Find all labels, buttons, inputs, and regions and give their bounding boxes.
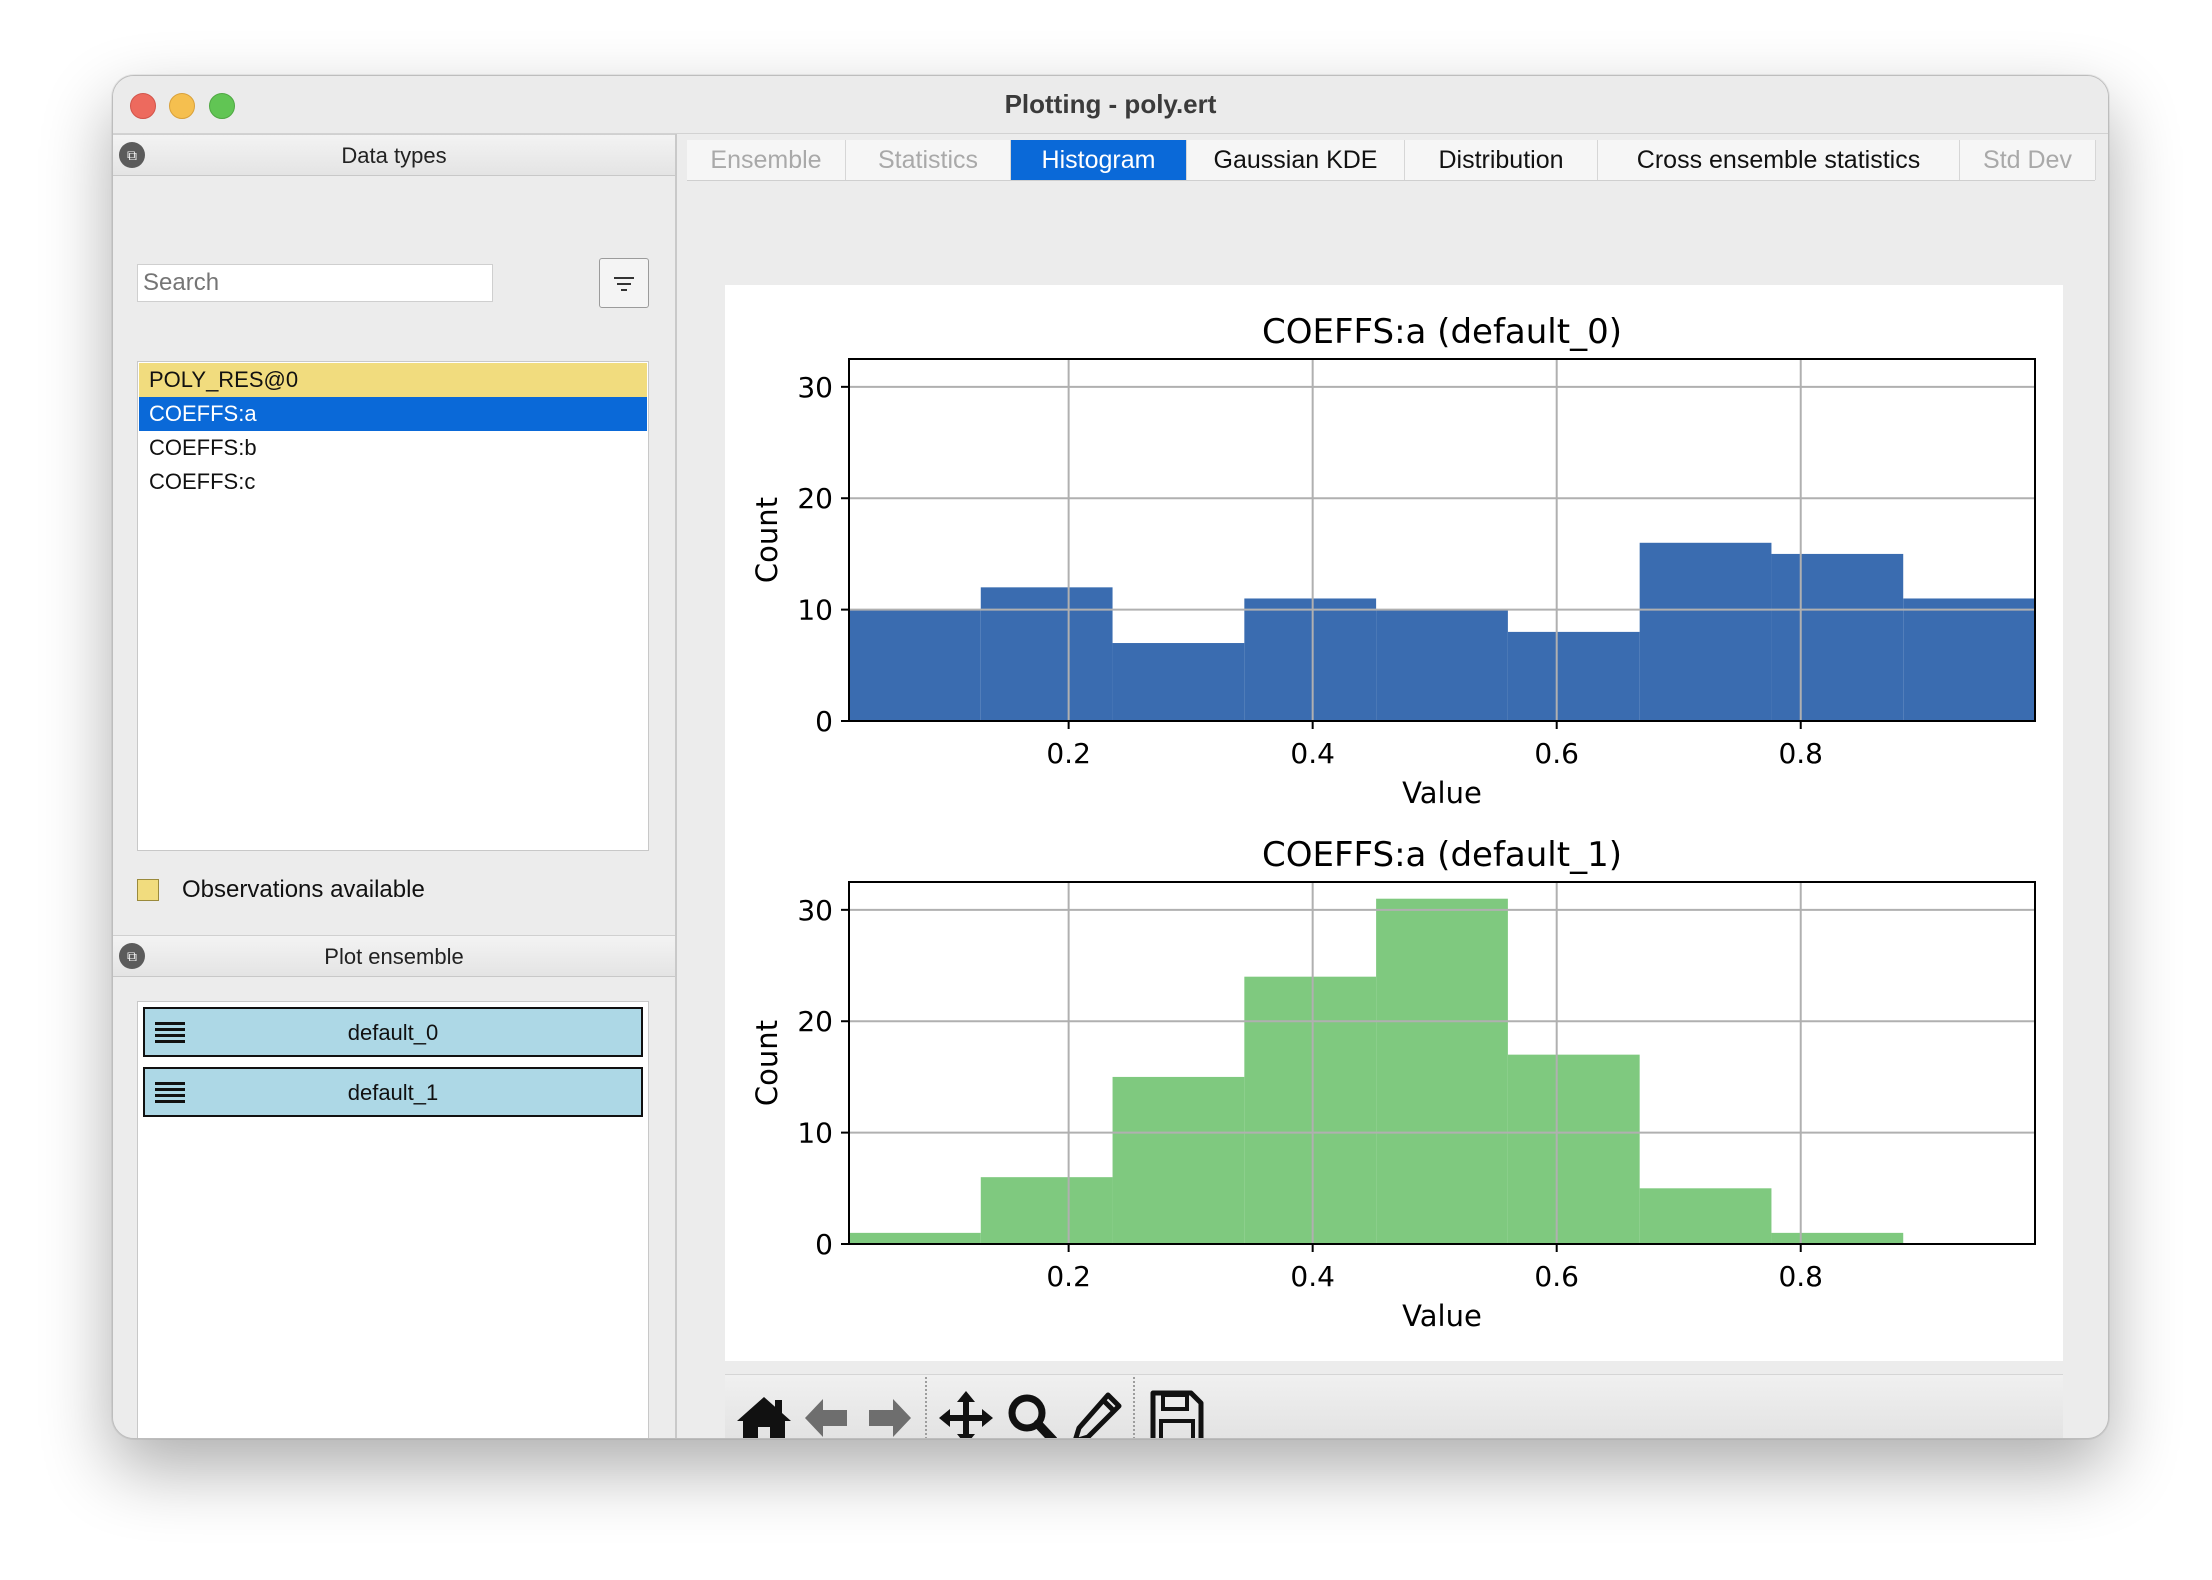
- histogram-bar: [1112, 1076, 1245, 1244]
- histogram-bar: [1507, 1054, 1640, 1244]
- y-tick-label: 10: [797, 1117, 833, 1150]
- left-pane: ⧉ Data types POLY_RES@0 COEFFS:a COEFFS:…: [113, 134, 677, 1438]
- chart-title: COEFFS:a (default_0): [1262, 312, 1622, 352]
- save-icon: [1150, 1390, 1204, 1438]
- y-tick-label: 0: [815, 1228, 833, 1261]
- histogram-bar: [1639, 1188, 1772, 1244]
- ensemble-label: default_0: [347, 1020, 439, 1045]
- tab-cross-ensemble-statistics[interactable]: Cross ensemble statistics: [1598, 140, 1960, 180]
- plot-ensemble-header: Plot ensemble: [324, 944, 464, 969]
- tab-std-dev[interactable]: Std Dev: [1960, 140, 2096, 180]
- histogram-bar: [1244, 976, 1377, 1244]
- y-tick-label: 0: [815, 705, 833, 738]
- ensemble-item-default-1[interactable]: default_1: [143, 1067, 643, 1117]
- y-axis-label: Count: [750, 1020, 784, 1106]
- forward-button[interactable]: [855, 1385, 925, 1438]
- histogram-bar: [1639, 542, 1772, 721]
- histogram-bar: [1507, 631, 1640, 721]
- y-tick-label: 20: [797, 1005, 833, 1038]
- y-tick-label: 10: [797, 594, 833, 627]
- plot-type-tabs: Ensemble Statistics Histogram Gaussian K…: [687, 140, 2096, 181]
- histogram-bar: [980, 587, 1113, 721]
- y-tick-label: 30: [797, 371, 833, 404]
- ensemble-label: default_1: [347, 1080, 439, 1105]
- zoom-button[interactable]: [997, 1385, 1067, 1438]
- navigation-toolbar: [725, 1374, 2063, 1438]
- ensemble-item-default-0[interactable]: default_0: [143, 1007, 643, 1057]
- window-title: Plotting - poly.ert: [1004, 89, 1217, 119]
- pan-button[interactable]: [931, 1385, 1001, 1438]
- edit-icon: [1073, 1392, 1122, 1438]
- back-button[interactable]: [791, 1385, 861, 1438]
- data-types-dock-header: ⧉ Data types: [113, 134, 675, 176]
- home-icon: [737, 1397, 791, 1438]
- pan-icon: [939, 1391, 993, 1438]
- forward-arrow-icon: [869, 1399, 911, 1437]
- histogram-bar: [1771, 553, 1904, 721]
- x-tick-label: 0.4: [1290, 737, 1335, 770]
- x-tick-label: 0.2: [1046, 1260, 1091, 1293]
- histogram-bar: [1244, 598, 1377, 721]
- histogram-bar: [849, 1232, 981, 1244]
- toolbar-separator: [1133, 1377, 1135, 1438]
- home-button[interactable]: [729, 1385, 799, 1438]
- histogram-bar: [849, 609, 981, 721]
- zoom-icon: [1008, 1394, 1058, 1438]
- histogram-figure: 0 10 20 30 0.2 0.4 0.6 0.8 COEFFS:a (default_0) V…: [750, 312, 2036, 1333]
- tab-gaussian-kde[interactable]: Gaussian KDE: [1187, 140, 1405, 180]
- data-types-list[interactable]: POLY_RES@0 COEFFS:a COEFFS:b COEFFS:c: [137, 361, 649, 851]
- tab-distribution[interactable]: Distribution: [1405, 140, 1598, 180]
- list-item-coeffs-c[interactable]: COEFFS:c: [139, 465, 647, 499]
- histogram-bar: [1376, 609, 1508, 721]
- toolbar-separator: [925, 1377, 927, 1438]
- plotting-window: Plotting - poly.ert ⧉ Data types POLY_RE…: [112, 75, 2109, 1439]
- plot-ensemble-dock-header: ⧉ Plot ensemble: [113, 935, 675, 977]
- tab-histogram[interactable]: Histogram: [1011, 140, 1187, 180]
- histogram-bar: [980, 1177, 1113, 1244]
- x-tick-label: 0.8: [1778, 1260, 1823, 1293]
- histogram-bar: [1112, 643, 1245, 721]
- plot-ensemble-list: default_0 default_1: [137, 1001, 649, 1438]
- x-tick-label: 0.2: [1046, 737, 1091, 770]
- plot-canvas[interactable]: 0 10 20 30 0.2 0.4 0.6 0.8 COEFFS:a (default_0) V…: [725, 285, 2063, 1361]
- data-types-header: Data types: [341, 143, 447, 168]
- edit-button[interactable]: [1063, 1385, 1133, 1438]
- x-axis-label: Value: [1402, 776, 1482, 810]
- chart-title: COEFFS:a (default_1): [1262, 835, 1622, 875]
- histogram-bar: [1376, 898, 1508, 1244]
- right-pane: Ensemble Statistics Histogram Gaussian K…: [677, 134, 2108, 1438]
- y-tick-label: 30: [797, 894, 833, 927]
- list-item-poly-res[interactable]: POLY_RES@0: [139, 363, 647, 397]
- x-tick-label: 0.4: [1290, 1260, 1335, 1293]
- list-item-coeffs-a[interactable]: COEFFS:a: [139, 397, 647, 431]
- x-tick-label: 0.6: [1534, 737, 1579, 770]
- y-axis-label: Count: [750, 497, 784, 583]
- x-tick-label: 0.6: [1534, 1260, 1579, 1293]
- list-item-coeffs-b[interactable]: COEFFS:b: [139, 431, 647, 465]
- tab-statistics[interactable]: Statistics: [846, 140, 1011, 180]
- title-bar: Plotting - poly.ert: [113, 76, 2108, 134]
- tab-ensemble[interactable]: Ensemble: [687, 140, 846, 180]
- back-arrow-icon: [805, 1399, 847, 1437]
- save-button[interactable]: [1141, 1385, 1211, 1438]
- y-tick-label: 20: [797, 482, 833, 515]
- observations-label: Observations available: [182, 876, 425, 903]
- filter-button[interactable]: [599, 258, 649, 308]
- x-axis-label: Value: [1402, 1299, 1482, 1333]
- histogram-bar: [1771, 1232, 1904, 1244]
- histogram-bar: [1903, 598, 2035, 721]
- observation-swatch: [137, 879, 159, 901]
- search-input[interactable]: [137, 264, 493, 302]
- x-tick-label: 0.8: [1778, 737, 1823, 770]
